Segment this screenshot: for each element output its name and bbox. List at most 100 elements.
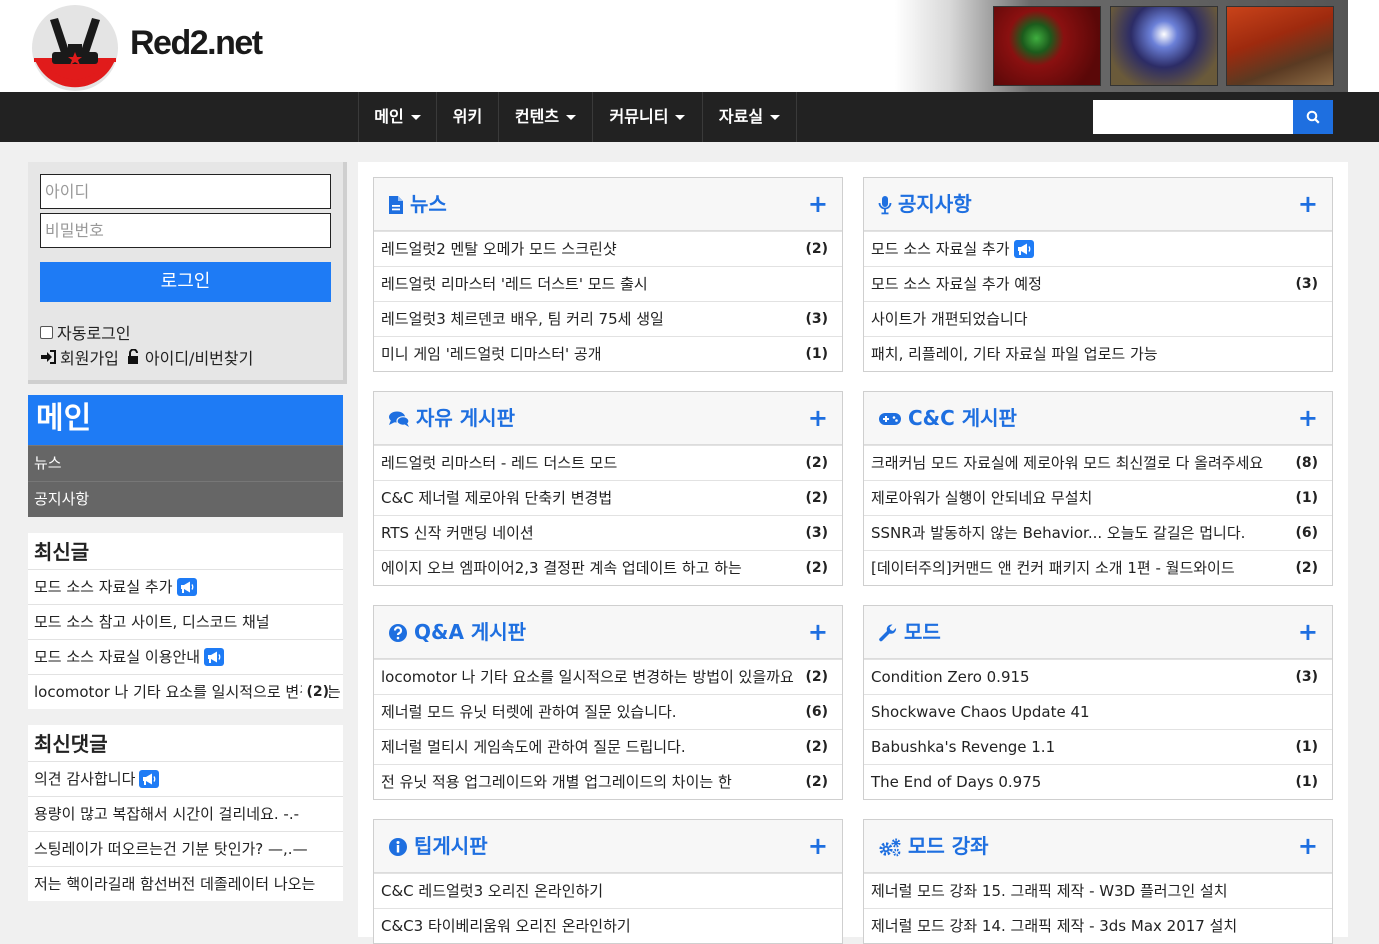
nav-item-label: 위키 [452, 107, 483, 126]
row-text: C&C3 타이베리움워 오리진 온라인하기 [381, 917, 631, 935]
row-text: 레드얼럿 리마스터 '레드 더스트' 모드 출시 [381, 275, 648, 293]
list-item[interactable]: 모드 소스 자료실 추가 [28, 569, 343, 604]
join-link[interactable]: 회원가입 [60, 345, 119, 369]
list-item[interactable]: 모드 소스 자료실 이용안내 [28, 639, 343, 674]
table-row[interactable]: locomotor 나 기타 요소를 일시적으로 변경하는 방법이 있을까요 (2… [374, 659, 842, 694]
panel-title-link[interactable]: 팁게시판 [388, 820, 488, 873]
nav-item-label: 메인 [374, 107, 404, 126]
table-row[interactable]: 모드 소스 자료실 추가 [864, 231, 1332, 266]
table-row[interactable]: 제너럴 모드 유닛 터렛에 관하여 질문 있습니다. (6) [374, 694, 842, 729]
panel-title-link[interactable]: 공지사항 [878, 178, 972, 231]
table-row[interactable]: 전 유닛 적용 업그레이드와 개별 업그레이드의 차이는 한 (2) [374, 764, 842, 799]
table-row[interactable]: 미니 게임 '레드얼럿 디마스터' 공개 (1) [374, 336, 842, 371]
table-row[interactable]: 모드 소스 자료실 추가 예정 (3) [864, 266, 1332, 301]
panel-header: 모드 + [864, 606, 1332, 659]
nav-item-wiki[interactable]: 위키 [436, 92, 498, 142]
table-row[interactable]: 제너럴 모드 강좌 14. 그래픽 제작 - 3ds Max 2017 설치 [864, 908, 1332, 943]
comment-count: (6) [799, 695, 828, 729]
nav-item-archive[interactable]: 자료실 [702, 92, 797, 142]
table-row[interactable]: 에이지 오브 엠파이어2,3 결정판 계속 업데이트 하고 하는 (2) [374, 550, 842, 585]
panel-title: C&C 게시판 [908, 406, 1017, 430]
panel-title-link[interactable]: 뉴스 [388, 178, 447, 231]
table-row[interactable]: 제로아워가 실행이 안되네요 무설치 (1) [864, 480, 1332, 515]
nav-item-main[interactable]: 메인 [358, 92, 436, 142]
panel-title-link[interactable]: Q&A 게시판 [388, 606, 526, 659]
list-item[interactable]: 용량이 많고 복잡해서 시간이 걸리네요. -.- [28, 796, 343, 831]
list-item-text: 용량이 많고 복잡해서 시간이 걸리네요. -.- [34, 805, 300, 823]
search-input[interactable] [1093, 100, 1293, 134]
table-row[interactable]: RTS 신작 커맨딩 네이션 (3) [374, 515, 842, 550]
search-button[interactable] [1293, 100, 1333, 134]
banner-thumb-1[interactable] [993, 6, 1101, 86]
more-button[interactable]: + [808, 178, 828, 231]
table-row[interactable]: 제너럴 멀티시 게임속도에 관하여 질문 드립니다. (2) [374, 729, 842, 764]
nav-item-community[interactable]: 커뮤니티 [592, 92, 702, 142]
table-row[interactable]: 패치, 리플레이, 기타 자료실 파일 업로드 가능 [864, 336, 1332, 371]
panel-title-link[interactable]: 자유 게시판 [388, 392, 515, 445]
gamepad-icon [879, 412, 901, 425]
panel-title-link[interactable]: C&C 게시판 [878, 392, 1017, 445]
table-row[interactable]: Condition Zero 0.915 (3) [864, 659, 1332, 694]
comment-count: (2) [799, 765, 828, 799]
more-button[interactable]: + [808, 606, 828, 659]
more-button[interactable]: + [1298, 178, 1318, 231]
sidebar-item-notice[interactable]: 공지사항 [28, 481, 343, 517]
comment-count: (6) [1289, 516, 1318, 550]
table-row[interactable]: C&C3 타이베리움워 오리진 온라인하기 [374, 908, 842, 943]
caret-down-icon [566, 115, 577, 120]
panel-mod-tutorials: 모드 강좌 + 제너럴 모드 강좌 15. 그래픽 제작 - W3D 플러그인 … [863, 819, 1333, 944]
search-icon [1306, 110, 1320, 124]
panel-news: 뉴스 + 레드얼럿2 멘탈 오메가 모드 스크린샷 (2) 레드얼럿 리마스터 '… [373, 177, 843, 372]
auto-login-checkbox[interactable] [40, 325, 53, 339]
comment-count: (2) [799, 481, 828, 515]
list-item[interactable]: 모드 소스 참고 사이트, 디스코드 채널 [28, 604, 343, 639]
question-icon [389, 623, 407, 642]
panel-title-link[interactable]: 모드 강좌 [878, 820, 989, 873]
list-item[interactable]: 스팅레이가 떠오르는건 기분 탓인가? —,.— [28, 831, 343, 866]
sidebar-item-news[interactable]: 뉴스 [28, 445, 343, 481]
table-row[interactable]: 레드얼럿 리마스터 '레드 더스트' 모드 출시 [374, 266, 842, 301]
table-row[interactable]: SSNR과 발동하지 않는 Behavior... 오늘도 갈길은 멉니다. (6… [864, 515, 1332, 550]
list-item[interactable]: locomotor 나 기타 요소를 일시적으로 변경하는 (2) [28, 674, 343, 709]
row-text: The End of Days 0.975 [871, 773, 1042, 791]
site-name[interactable]: Red2.net [130, 24, 263, 63]
more-button[interactable]: + [1298, 820, 1318, 873]
row-text: 제로아워가 실행이 안되네요 무설치 [871, 489, 1093, 507]
auto-login-label[interactable]: 자동로그인 [57, 320, 131, 344]
more-button[interactable]: + [808, 820, 828, 873]
more-button[interactable]: + [1298, 606, 1318, 659]
panel-title-link[interactable]: 모드 [878, 606, 941, 659]
table-row[interactable]: Shockwave Chaos Update 41 [864, 694, 1332, 729]
table-row[interactable]: 제너럴 모드 강좌 15. 그래픽 제작 - W3D 플러그인 설치 [864, 873, 1332, 908]
table-row[interactable]: The End of Days 0.975 (1) [864, 764, 1332, 799]
site-logo-icon[interactable] [30, 2, 120, 91]
header-banner [895, 0, 1348, 92]
list-item[interactable]: 의견 감사합니다 [28, 761, 343, 796]
row-text: [데이터주의]커맨드 앤 컨커 패키지 소개 1편 - 월드와이드 [871, 559, 1235, 577]
table-row[interactable]: 레드얼럿2 멘탈 오메가 모드 스크린샷 (2) [374, 231, 842, 266]
list-item[interactable]: 저는 핵이라길래 함선버전 데졸레이터 나오는 [28, 866, 343, 901]
panel-header: 공지사항 + [864, 178, 1332, 231]
table-row[interactable]: [데이터주의]커맨드 앤 컨커 패키지 소개 1편 - 월드와이드 (2) [864, 550, 1332, 585]
login-button[interactable]: 로그인 [40, 262, 331, 302]
site-header: Red2.net [0, 0, 1379, 92]
row-text: 레드얼럿 리마스터 - 레드 더스트 모드 [381, 454, 618, 472]
table-row[interactable]: C&C 제너럴 제로아워 단축키 변경법 (2) [374, 480, 842, 515]
nav-item-contents[interactable]: 컨텐츠 [498, 92, 592, 142]
table-row[interactable]: C&C 레드얼럿3 오리진 온라인하기 [374, 873, 842, 908]
table-row[interactable]: 레드얼럿3 체르덴코 배우, 팀 커리 75세 생일 (3) [374, 301, 842, 336]
row-text: 전 유닛 적용 업그레이드와 개별 업그레이드의 차이는 한 [381, 773, 732, 791]
row-text: Babushka's Revenge 1.1 [871, 738, 1056, 756]
find-account-link[interactable]: 아이디/비번찾기 [145, 345, 253, 369]
table-row[interactable]: 레드얼럿 리마스터 - 레드 더스트 모드 (2) [374, 445, 842, 480]
password-input[interactable] [40, 213, 331, 248]
more-button[interactable]: + [1298, 392, 1318, 445]
table-row[interactable]: 크래커님 모드 자료실에 제로아워 모드 최신껄로 다 올려주세요 (8) [864, 445, 1332, 480]
id-input[interactable] [40, 174, 331, 209]
table-row[interactable]: 사이트가 개편되었습니다 [864, 301, 1332, 336]
banner-thumb-3[interactable] [1226, 6, 1334, 86]
table-row[interactable]: Babushka's Revenge 1.1 (1) [864, 729, 1332, 764]
banner-thumb-2[interactable] [1110, 6, 1218, 86]
more-button[interactable]: + [808, 392, 828, 445]
list-item-text: 저는 핵이라길래 함선버전 데졸레이터 나오는 [34, 875, 316, 893]
